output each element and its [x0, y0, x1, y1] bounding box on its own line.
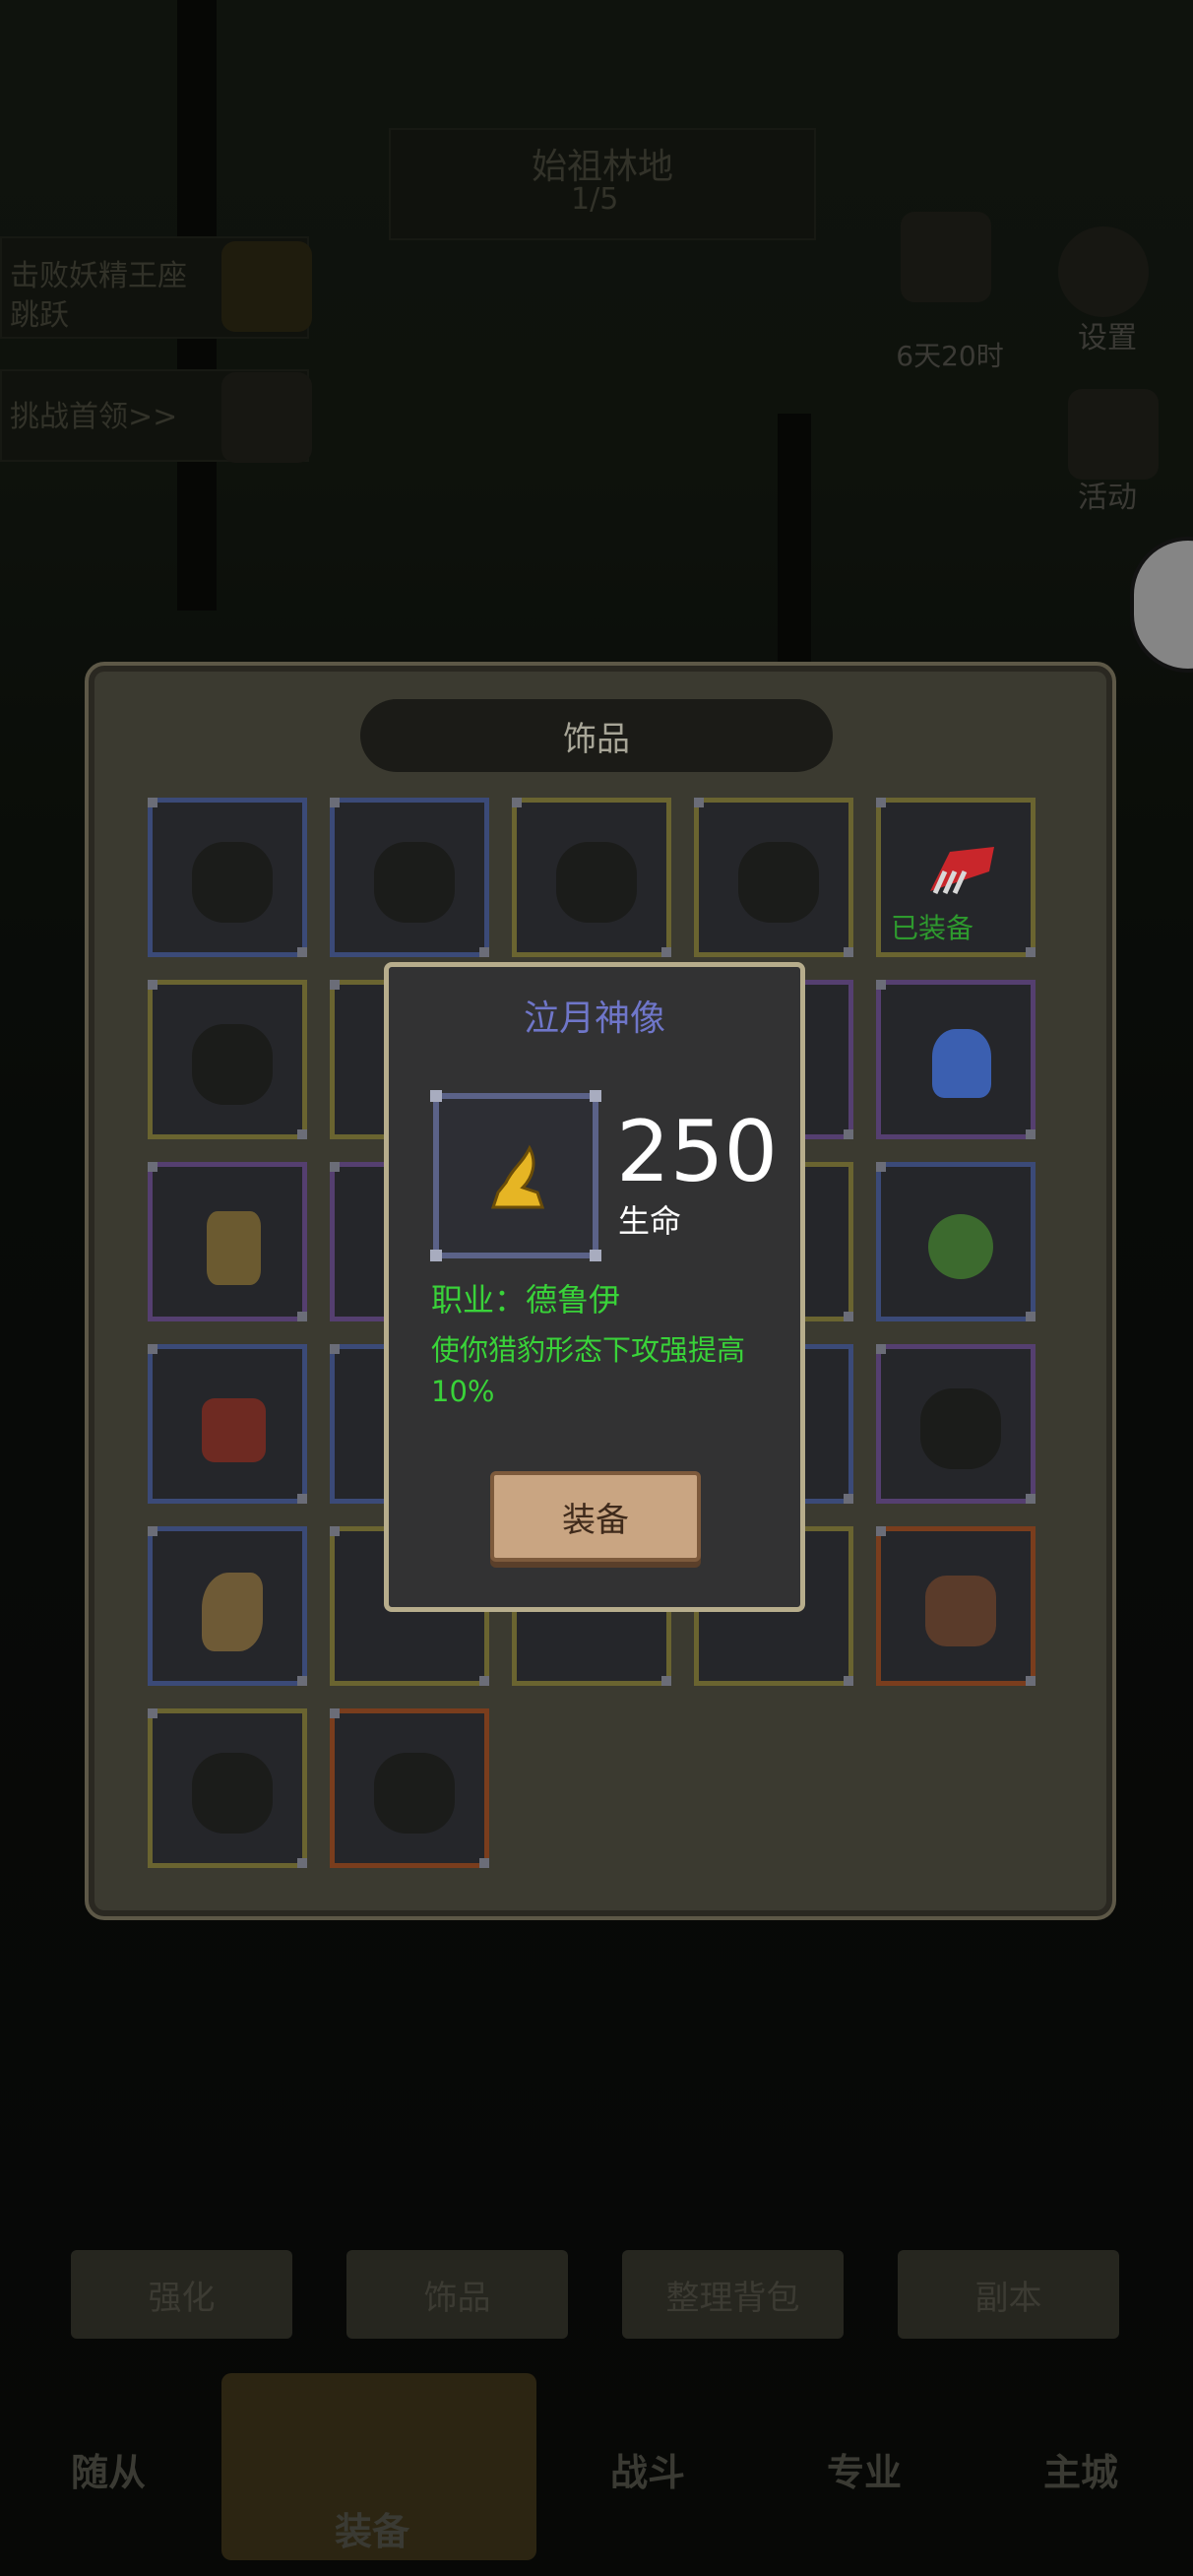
orb-item-icon: [928, 1214, 993, 1279]
accessory-slot[interactable]: [512, 798, 671, 957]
item-silhouette-icon: [192, 1024, 273, 1105]
stat-label: 生命: [618, 1202, 682, 1240]
panel-title: 饰品: [360, 699, 833, 772]
accessory-slot[interactable]: [876, 980, 1036, 1139]
accessory-slot-equipped[interactable]: 已装备: [876, 798, 1036, 957]
item-silhouette-icon: [192, 842, 273, 923]
equipped-label: 已装备: [891, 912, 974, 944]
totem-item-icon: [207, 1211, 261, 1285]
accessory-slot[interactable]: [148, 1708, 307, 1868]
accessory-slot[interactable]: [330, 1708, 489, 1868]
claw-item-icon: [920, 842, 999, 901]
accessory-slot[interactable]: [148, 1162, 307, 1321]
paw-item-icon: [932, 1029, 991, 1098]
nav-equipment: 装备: [335, 2510, 410, 2553]
dungeon-button: 副本: [898, 2250, 1119, 2339]
accessory-slot[interactable]: [876, 1344, 1036, 1504]
accessory-slot[interactable]: [148, 798, 307, 957]
item-name: 泣月神像: [523, 998, 665, 1039]
item-silhouette-icon: [738, 842, 819, 923]
nav-city: 主城: [1043, 2451, 1119, 2494]
accessory-slot[interactable]: [876, 1526, 1036, 1686]
class-requirement: 职业：德鲁伊: [431, 1281, 621, 1319]
accessory-slot[interactable]: [330, 798, 489, 957]
accessory-slot[interactable]: [148, 1344, 307, 1504]
accessory-slot[interactable]: [876, 1162, 1036, 1321]
beast-mask-item-icon: [925, 1576, 996, 1646]
nav-profession: 专业: [827, 2451, 903, 2494]
enhance-button: 强化: [71, 2250, 292, 2339]
item-silhouette-icon: [556, 842, 637, 923]
accessory-slot[interactable]: [694, 798, 853, 957]
idol-item-icon: [490, 1144, 545, 1209]
item-effect-description: 使你猎豹形态下攻强提高10%: [431, 1333, 746, 1408]
item-silhouette-icon: [374, 1753, 455, 1834]
equip-button[interactable]: 装备: [490, 1471, 701, 1562]
accessory-slot[interactable]: [148, 1526, 307, 1686]
accessory-slot[interactable]: [148, 980, 307, 1139]
sort-bag-button: 整理背包: [622, 2250, 844, 2339]
accessory-button: 饰品: [346, 2250, 568, 2339]
nav-battle: 战斗: [610, 2451, 686, 2494]
item-silhouette-icon: [192, 1753, 273, 1834]
mask-item-icon: [202, 1398, 266, 1462]
horn-item-icon: [202, 1573, 263, 1651]
item-silhouette-icon: [374, 842, 455, 923]
nav-followers: 随从: [71, 2451, 147, 2494]
stat-value: 250: [616, 1103, 779, 1201]
item-silhouette-icon: [920, 1388, 1001, 1469]
item-icon-frame: [430, 1090, 601, 1261]
